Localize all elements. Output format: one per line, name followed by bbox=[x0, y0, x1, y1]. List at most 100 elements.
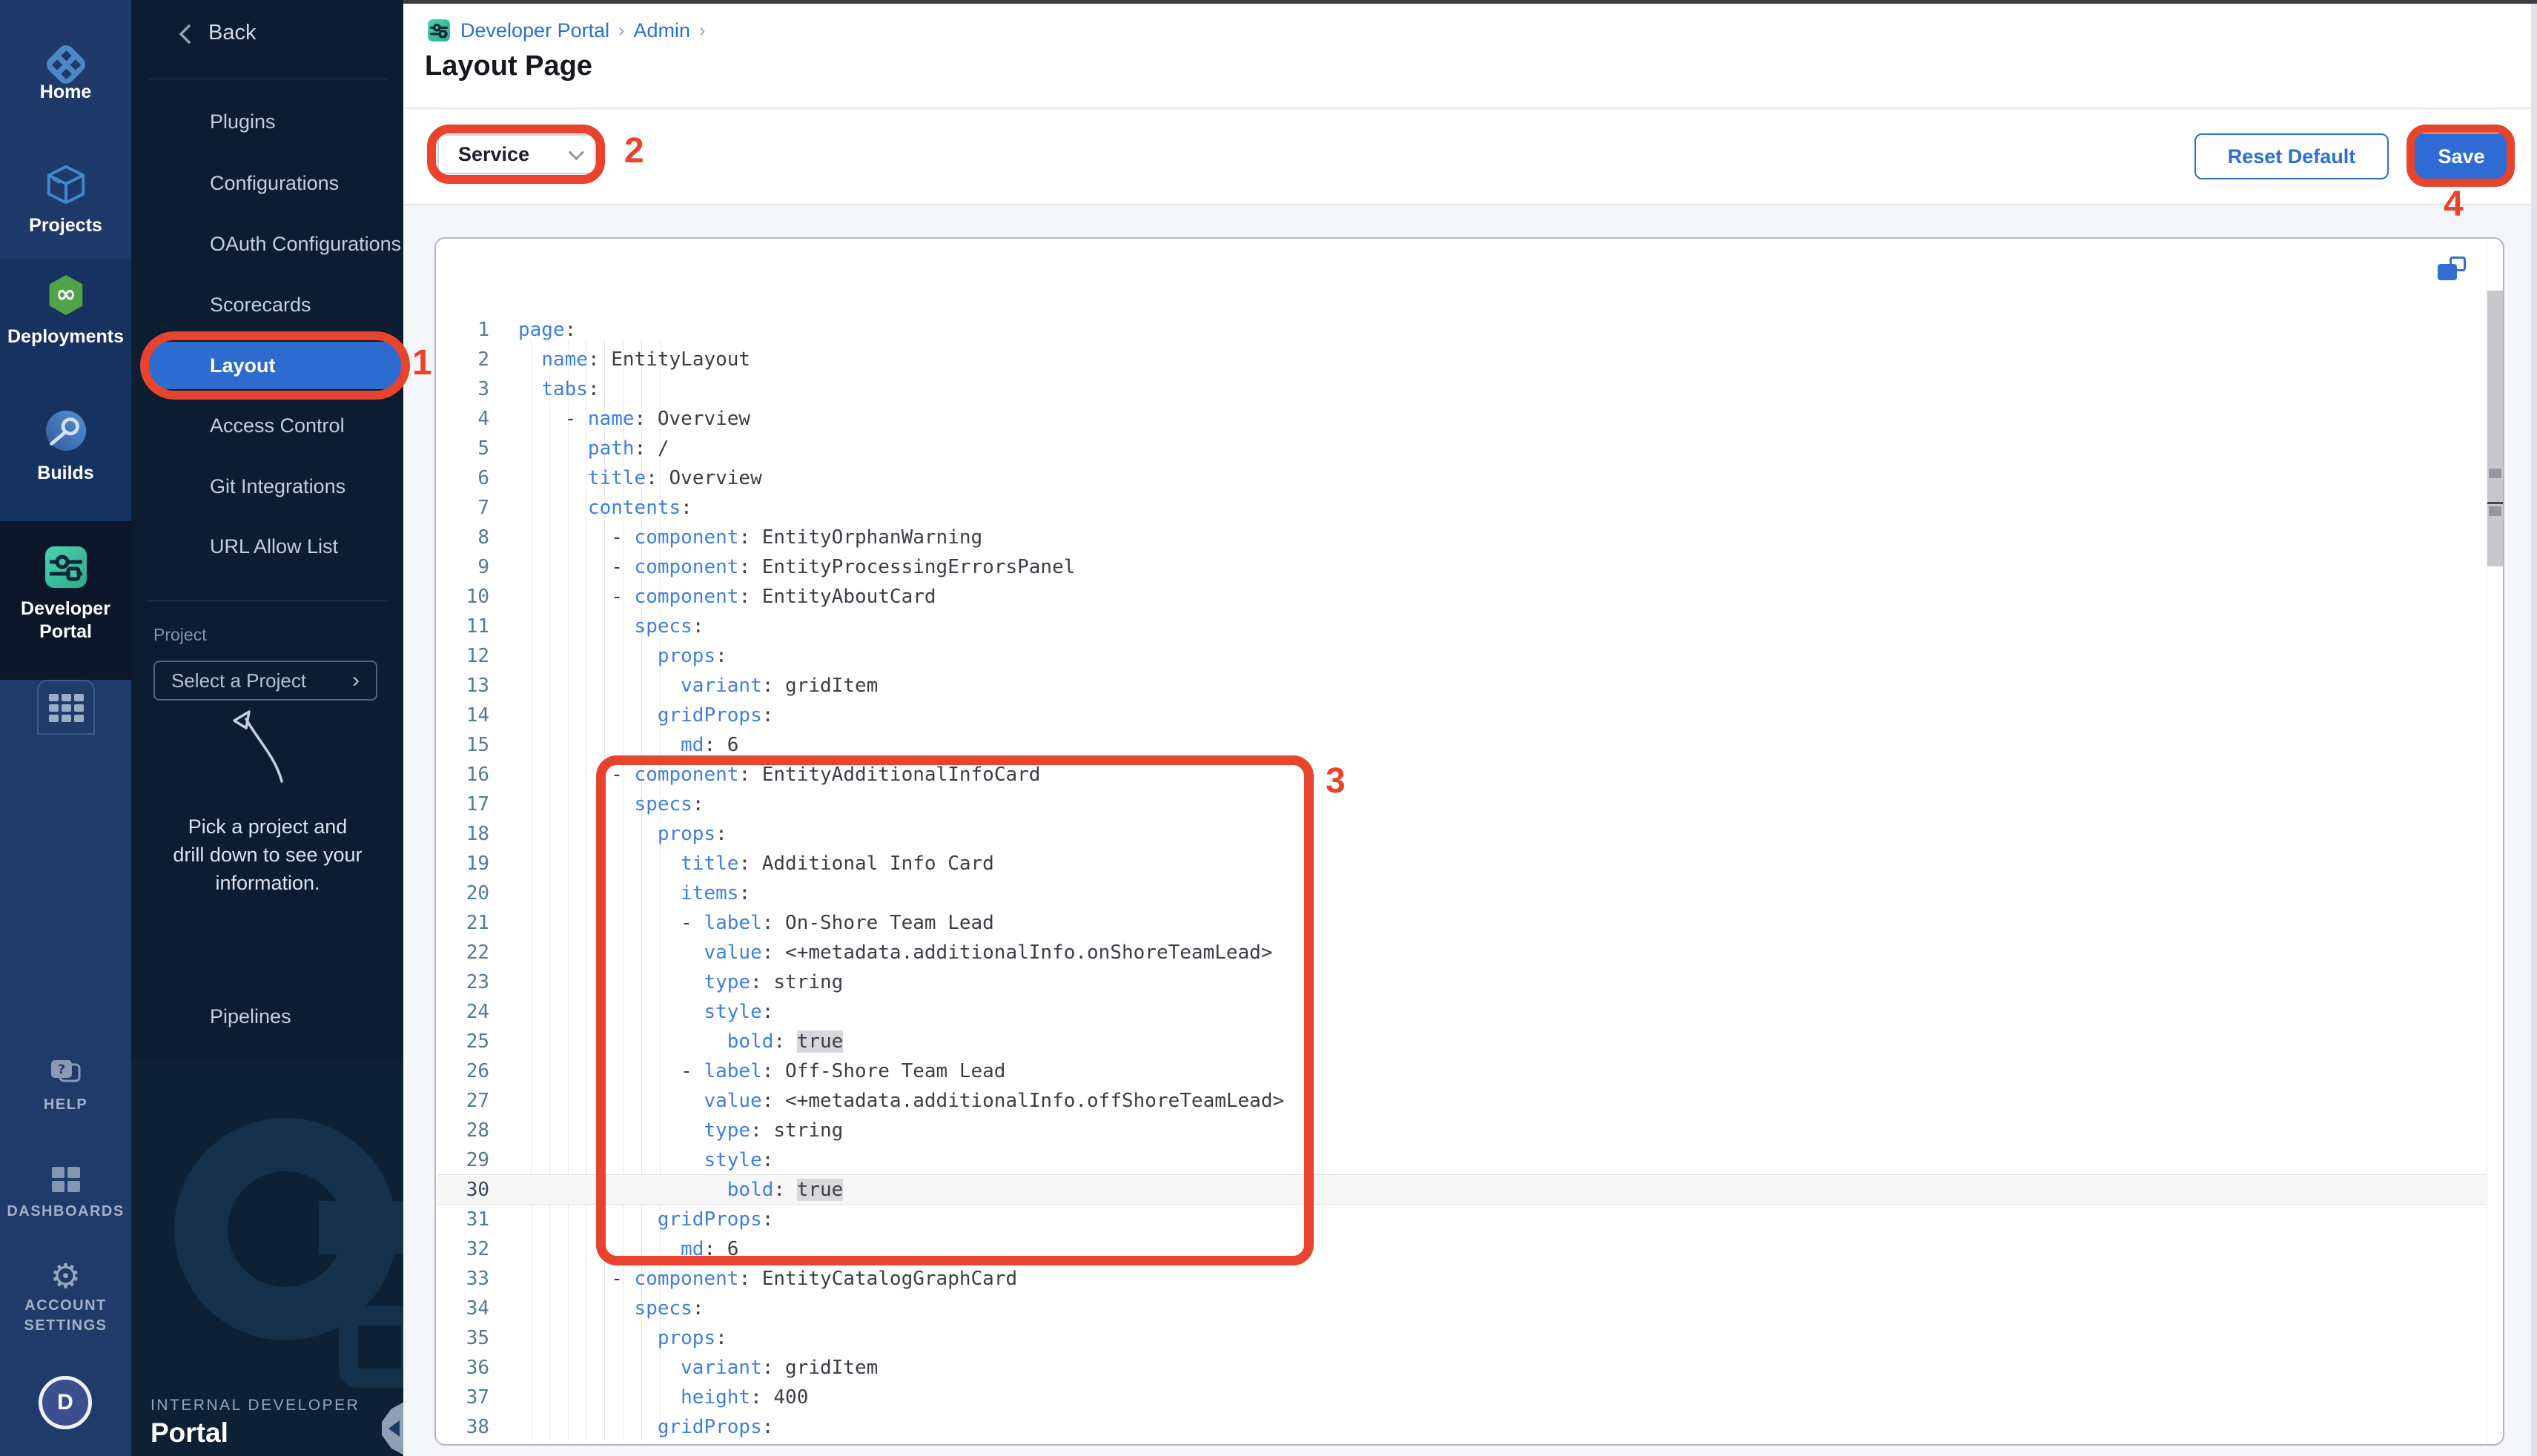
code-line[interactable]: 25 bold: true bbox=[436, 1027, 2482, 1056]
project-label: Project bbox=[153, 625, 207, 645]
line-number: 31 bbox=[449, 1205, 489, 1234]
line-number: 11 bbox=[449, 612, 489, 641]
project-select-button[interactable]: Select a Project › bbox=[153, 661, 377, 701]
save-button[interactable]: Save bbox=[2415, 133, 2508, 179]
line-number: 18 bbox=[449, 819, 489, 849]
sidebar-brand: INTERNAL DEVELOPER Portal bbox=[150, 1397, 360, 1449]
page-scrollbar[interactable] bbox=[2531, 4, 2537, 1456]
code-line[interactable]: 16 - component: EntityAdditionalInfoCard bbox=[436, 760, 2482, 790]
line-number: 26 bbox=[449, 1056, 489, 1086]
sidebar-item-layout[interactable]: Layout bbox=[210, 351, 276, 380]
line-number: 8 bbox=[449, 523, 489, 552]
sidebar-item-pipelines[interactable]: Pipelines bbox=[210, 1002, 291, 1031]
line-number: 15 bbox=[449, 730, 489, 760]
code-line[interactable]: 6 title: Overview bbox=[436, 463, 2482, 493]
breadcrumb-admin[interactable]: Admin bbox=[633, 19, 690, 42]
yaml-editor[interactable]: 1page:2 name: EntityLayout3 tabs:4 - nam… bbox=[434, 237, 2504, 1446]
line-number: 29 bbox=[449, 1145, 489, 1175]
nav-projects[interactable] bbox=[0, 162, 131, 211]
code-line[interactable]: 10 - component: EntityAboutCard bbox=[436, 582, 2482, 612]
code-line[interactable]: 29 style: bbox=[436, 1145, 2482, 1175]
code-line[interactable]: 23 type: string bbox=[436, 967, 2482, 997]
code-text: - label: Off-Shore Team Lead bbox=[518, 1056, 1005, 1086]
module-rail: Home Projects ∞ Deployments bbox=[0, 0, 131, 1456]
code-line[interactable]: 17 specs: bbox=[436, 790, 2482, 819]
sidebar-item-configurations[interactable]: Configurations bbox=[210, 168, 339, 198]
code-line[interactable]: 36 variant: gridItem bbox=[436, 1353, 2482, 1383]
code-line[interactable]: 33 - component: EntityCatalogGraphCard bbox=[436, 1264, 2482, 1294]
line-number: 7 bbox=[449, 493, 489, 523]
nav-deployments[interactable]: ∞ bbox=[0, 272, 131, 321]
nav-builds[interactable] bbox=[0, 408, 131, 457]
nav-developer-portal[interactable] bbox=[0, 543, 131, 592]
dashboards-icon[interactable] bbox=[52, 1167, 82, 1192]
code-line[interactable]: 35 props: bbox=[436, 1323, 2482, 1353]
code-text: path: / bbox=[518, 434, 669, 463]
code-line[interactable]: 3 tabs: bbox=[436, 374, 2482, 404]
code-line[interactable]: 7 contents: bbox=[436, 493, 2482, 523]
code-line[interactable]: 14 gridProps: bbox=[436, 701, 2482, 730]
project-hint-text: Pick a project and drill down to see you… bbox=[171, 813, 365, 897]
code-line[interactable]: 21 - label: On-Shore Team Lead bbox=[436, 908, 2482, 938]
code-line[interactable]: 5 path: / bbox=[436, 434, 2482, 463]
code-text: value: <+metadata.additionalInfo.offShor… bbox=[518, 1086, 1284, 1116]
code-text: title: Additional Info Card bbox=[518, 849, 994, 878]
code-text: bold: true bbox=[518, 1027, 843, 1056]
code-line[interactable]: 24 style: bbox=[436, 997, 2482, 1027]
code-line[interactable]: 4 - name: Overview bbox=[436, 404, 2482, 434]
code-text: - component: EntityAboutCard bbox=[518, 582, 936, 612]
entity-type-dropdown[interactable]: Service bbox=[437, 134, 596, 174]
code-line[interactable]: 8 - component: EntityOrphanWarning bbox=[436, 523, 2482, 552]
code-line[interactable]: 19 title: Additional Info Card bbox=[436, 849, 2482, 878]
gear-icon[interactable]: ⚙ bbox=[0, 1259, 131, 1293]
nav-dashboards-label: DASHBOARDS bbox=[0, 1202, 131, 1222]
code-line[interactable]: 13 variant: gridItem bbox=[436, 671, 2482, 701]
code-line[interactable]: 9 - component: EntityProcessingErrorsPan… bbox=[436, 552, 2482, 582]
line-number: 22 bbox=[449, 938, 489, 967]
code-text: - component: EntityProcessingErrorsPanel bbox=[518, 552, 1075, 582]
code-line[interactable]: 20 items: bbox=[436, 878, 2482, 908]
code-line[interactable]: 32 md: 6 bbox=[436, 1234, 2482, 1264]
line-number: 35 bbox=[449, 1323, 489, 1353]
user-avatar[interactable]: D bbox=[39, 1376, 92, 1429]
chevron-right-icon: › bbox=[352, 671, 360, 690]
code-line[interactable]: 31 gridProps: bbox=[436, 1205, 2482, 1234]
code-line[interactable]: 12 props: bbox=[436, 641, 2482, 671]
editor-scrollbar-thumb[interactable] bbox=[2487, 291, 2503, 566]
copy-button[interactable] bbox=[2438, 257, 2470, 289]
code-line[interactable]: 2 name: EntityLayout bbox=[436, 345, 2482, 374]
code-text: type: string bbox=[518, 1116, 843, 1145]
breadcrumb-developer-portal[interactable]: Developer Portal bbox=[460, 19, 609, 42]
code-line[interactable]: 1page: bbox=[436, 315, 2482, 345]
code-line[interactable]: 18 props: bbox=[436, 819, 2482, 849]
code-line[interactable]: 34 specs: bbox=[436, 1294, 2482, 1323]
back-button[interactable] bbox=[177, 24, 194, 44]
code-line[interactable]: 28 type: string bbox=[436, 1116, 2482, 1145]
sidebar-item-git-integrations[interactable]: Git Integrations bbox=[210, 471, 345, 501]
code-line[interactable]: 26 - label: Off-Shore Team Lead bbox=[436, 1056, 2482, 1086]
sidebar-item-access-control[interactable]: Access Control bbox=[210, 411, 345, 440]
code-line[interactable]: 22 value: <+metadata.additionalInfo.onSh… bbox=[436, 938, 2482, 967]
breadcrumb: Developer Portal › Admin › bbox=[426, 17, 705, 44]
page-header bbox=[403, 4, 2537, 109]
code-text: - component: EntityAdditionalInfoCard bbox=[518, 760, 1040, 790]
code-text: - component: EntityCatalogGraphCard bbox=[518, 1264, 1017, 1294]
sidebar-item-url-allow-list[interactable]: URL Allow List bbox=[210, 532, 338, 561]
code-line[interactable]: 30 bold: true bbox=[436, 1175, 2482, 1205]
line-number: 12 bbox=[449, 641, 489, 671]
nav-help[interactable]: ? bbox=[0, 1059, 131, 1088]
nav-home-label: Home bbox=[0, 82, 131, 103]
reset-default-button[interactable]: Reset Default bbox=[2194, 133, 2389, 179]
code-line[interactable]: 27 value: <+metadata.additionalInfo.offS… bbox=[436, 1086, 2482, 1116]
sidebar-item-scorecards[interactable]: Scorecards bbox=[210, 290, 311, 320]
code-line[interactable]: 38 gridProps: bbox=[436, 1412, 2482, 1442]
chevron-down-icon bbox=[569, 145, 584, 160]
sidebar-item-plugins[interactable]: Plugins bbox=[210, 107, 276, 136]
sidebar-item-oauth-configurations[interactable]: OAuth Configurations bbox=[210, 229, 401, 259]
code-line[interactable]: 11 specs: bbox=[436, 612, 2482, 641]
code-line[interactable]: 15 md: 6 bbox=[436, 730, 2482, 760]
back-label[interactable]: Back bbox=[208, 21, 256, 45]
code-line[interactable]: 37 height: 400 bbox=[436, 1383, 2482, 1412]
line-number: 10 bbox=[449, 582, 489, 612]
line-number: 28 bbox=[449, 1116, 489, 1145]
